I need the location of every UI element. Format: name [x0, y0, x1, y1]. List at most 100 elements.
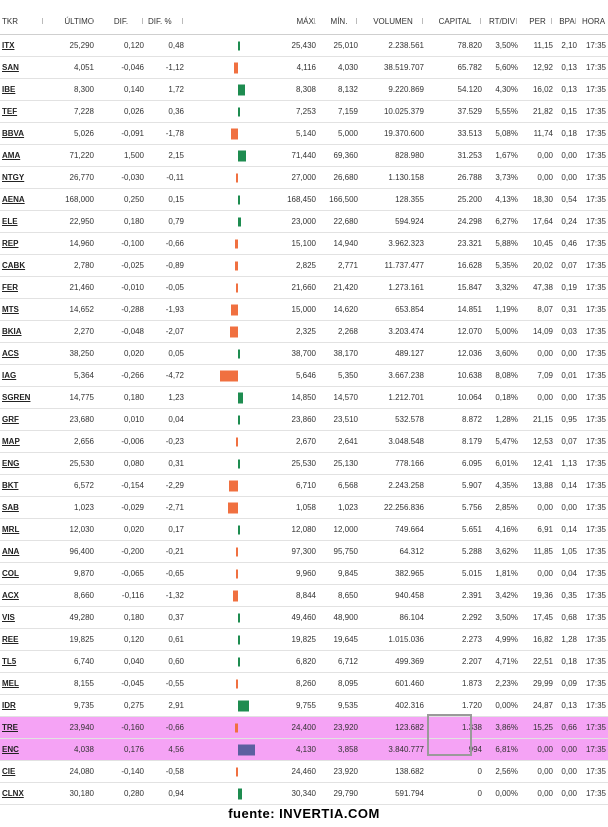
ticker-link[interactable]: CIE [0, 760, 46, 783]
ticker-link[interactable]: IAG [0, 364, 46, 387]
col-header-max[interactable]: MÁX. [266, 8, 318, 35]
cell-hora: 17:35 [579, 694, 608, 717]
cell-dif: -0,116 [96, 584, 146, 607]
ticker-link[interactable]: TRE [0, 716, 46, 739]
cell-rtdiv: 5,60% [484, 56, 520, 79]
cell-dif: 0,275 [96, 694, 146, 717]
cell-capital: 5.651 [426, 518, 484, 541]
ticker-link[interactable]: ANA [0, 540, 46, 563]
cell-max: 5,646 [266, 364, 318, 387]
ticker-link[interactable]: CABK [0, 254, 46, 277]
ticker-link[interactable]: CLNX [0, 782, 46, 805]
cell-rtdiv: 1,81% [484, 562, 520, 585]
change-bar [238, 392, 243, 403]
cell-ultimo: 38,250 [46, 342, 96, 365]
cell-ultimo: 8,300 [46, 78, 96, 101]
cell-dif: 0,180 [96, 606, 146, 629]
cell-volumen: 382.965 [360, 562, 426, 585]
cell-bpa: 0,54 [555, 188, 579, 211]
cell-max: 25,530 [266, 452, 318, 475]
cell-dif: -0,025 [96, 254, 146, 277]
ticker-link[interactable]: NTGY [0, 166, 46, 189]
cell-capital: 25.200 [426, 188, 484, 211]
cell-ultimo: 22,950 [46, 210, 96, 233]
col-header-min[interactable]: MÍN. [318, 8, 360, 35]
col-header-bpa[interactable]: BPA [555, 8, 579, 35]
ticker-link[interactable]: MTS [0, 298, 46, 321]
ticker-link[interactable]: BKIA [0, 320, 46, 343]
cell-dif: 0,120 [96, 34, 146, 57]
col-header-per[interactable]: PER [520, 8, 555, 35]
ticker-link[interactable]: MRL [0, 518, 46, 541]
cell-max: 2,325 [266, 320, 318, 343]
ticker-link[interactable]: SAB [0, 496, 46, 519]
ticker-link[interactable]: BBVA [0, 122, 46, 145]
cell-dif: -0,288 [96, 298, 146, 321]
cell-volumen: 11.737.477 [360, 254, 426, 277]
ticker-link[interactable]: AMA [0, 144, 46, 167]
cell-rtdiv: 0,18% [484, 386, 520, 409]
ticker-link[interactable]: REP [0, 232, 46, 255]
cell-per: 47,38 [520, 276, 555, 299]
cell-volumen: 86.104 [360, 606, 426, 629]
col-header-capital[interactable]: CAPITAL [426, 8, 484, 35]
cell-rtdiv: 3,32% [484, 276, 520, 299]
cell-hora: 17:35 [579, 738, 608, 761]
ticker-link[interactable]: ENG [0, 452, 46, 475]
cell-volumen: 1.273.161 [360, 276, 426, 299]
cell-dif: -0,100 [96, 232, 146, 255]
ticker-link[interactable]: FER [0, 276, 46, 299]
cell-per: 0,00 [520, 738, 555, 761]
ticker-link[interactable]: ITX [0, 34, 46, 57]
col-header-dif[interactable]: DIF. [96, 8, 146, 35]
ticker-link[interactable]: MAP [0, 430, 46, 453]
cell-per: 8,07 [520, 298, 555, 321]
cell-hora: 17:35 [579, 408, 608, 431]
ticker-link[interactable]: ACS [0, 342, 46, 365]
cell-capital: 37.529 [426, 100, 484, 123]
col-header-volumen[interactable]: VOLUMEN [360, 8, 426, 35]
cell-capital: 78.820 [426, 34, 484, 57]
table-row: SAB 1,023 -0,029 -2,71 1,058 1,023 22.256.836 5… [0, 496, 608, 519]
col-header-dif-pct[interactable]: DIF. % [146, 8, 186, 35]
ticker-link[interactable]: IDR [0, 694, 46, 717]
ticker-link[interactable]: SGREN [0, 386, 46, 409]
cell-bar [186, 34, 266, 57]
ticker-link[interactable]: ENC [0, 738, 46, 761]
cell-hora: 17:35 [579, 78, 608, 101]
ticker-link[interactable]: ACX [0, 584, 46, 607]
cell-dif-pct: -1,93 [146, 298, 186, 321]
cell-min: 6,568 [318, 474, 360, 497]
table-row: BBVA 5,026 -0,091 -1,78 5,140 5,000 19.370.600… [0, 122, 608, 145]
ticker-link[interactable]: SAN [0, 56, 46, 79]
col-header-rtdiv[interactable]: RT/DIV [484, 8, 520, 35]
cell-dif-pct: 0,61 [146, 628, 186, 651]
cell-bpa: 0,35 [555, 584, 579, 607]
col-header-hora[interactable]: HORA [579, 8, 608, 35]
ticker-link[interactable]: COL [0, 562, 46, 585]
cell-hora: 17:35 [579, 496, 608, 519]
ticker-link[interactable]: GRF [0, 408, 46, 431]
cell-max: 38,700 [266, 342, 318, 365]
ticker-link[interactable]: TEF [0, 100, 46, 123]
cell-hora: 17:35 [579, 364, 608, 387]
ticker-link[interactable]: MEL [0, 672, 46, 695]
ticker-link[interactable]: TL5 [0, 650, 46, 673]
cell-max: 8,260 [266, 672, 318, 695]
col-header-tkr[interactable]: TKR [0, 8, 46, 35]
ticker-link[interactable]: REE [0, 628, 46, 651]
col-header-ultimo[interactable]: ÚLTIMO [46, 8, 96, 35]
cell-capital: 24.298 [426, 210, 484, 233]
ticker-link[interactable]: BKT [0, 474, 46, 497]
change-bar [235, 261, 238, 270]
cell-max: 49,460 [266, 606, 318, 629]
cell-capital: 15.847 [426, 276, 484, 299]
cell-volumen: 3.667.238 [360, 364, 426, 387]
ticker-link[interactable]: ELE [0, 210, 46, 233]
ticker-link[interactable]: IBE [0, 78, 46, 101]
ticker-link[interactable]: VIS [0, 606, 46, 629]
cell-capital: 5.015 [426, 562, 484, 585]
cell-rtdiv: 5,35% [484, 254, 520, 277]
ticker-link[interactable]: AENA [0, 188, 46, 211]
cell-bar [186, 100, 266, 123]
